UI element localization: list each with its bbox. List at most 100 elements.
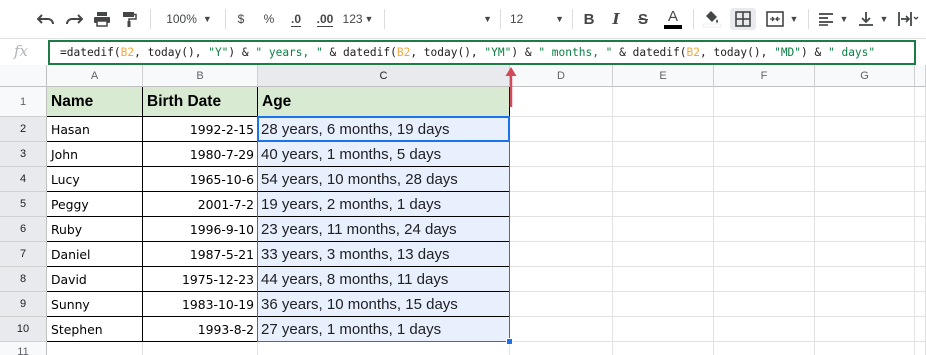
- empty-cell[interactable]: [613, 292, 714, 317]
- empty-cell[interactable]: [613, 192, 714, 217]
- empty-cell[interactable]: [613, 317, 714, 342]
- birth-date-cell[interactable]: 1996-9-10: [143, 217, 258, 242]
- birth-date-cell[interactable]: 1980-7-29: [143, 142, 258, 167]
- name-cell[interactable]: Hasan: [47, 117, 143, 142]
- undo-icon[interactable]: [36, 8, 56, 30]
- fill-handle[interactable]: [506, 338, 513, 345]
- birth-date-cell[interactable]: 1993-8-2: [143, 317, 258, 342]
- empty-cell[interactable]: [258, 342, 510, 355]
- align-left-icon[interactable]: ▼: [816, 8, 850, 30]
- age-cell[interactable]: 27 years, 1 months, 1 days: [258, 317, 510, 342]
- row-header-1[interactable]: 1: [0, 87, 47, 117]
- empty-cell[interactable]: [714, 242, 815, 267]
- italic-button[interactable]: I: [607, 8, 625, 30]
- empty-cell[interactable]: [510, 192, 613, 217]
- empty-cell[interactable]: [613, 267, 714, 292]
- column-header-f[interactable]: F: [714, 65, 815, 87]
- zoom-select[interactable]: 100% ▼: [160, 8, 218, 30]
- currency-format-button[interactable]: $: [232, 8, 250, 30]
- age-cell[interactable]: 19 years, 2 months, 1 days: [258, 192, 510, 217]
- empty-cell[interactable]: [613, 117, 714, 142]
- merge-cells-icon[interactable]: ▼: [762, 8, 802, 30]
- empty-cell[interactable]: [510, 267, 613, 292]
- empty-cell[interactable]: [815, 142, 915, 167]
- empty-cell[interactable]: [510, 217, 613, 242]
- age-cell[interactable]: 44 years, 8 months, 11 days: [258, 267, 510, 292]
- empty-cell[interactable]: [714, 317, 815, 342]
- empty-cell[interactable]: [510, 142, 613, 167]
- birth-date-cell[interactable]: 1983-10-19: [143, 292, 258, 317]
- empty-cell[interactable]: [815, 117, 915, 142]
- empty-cell[interactable]: [613, 342, 714, 355]
- birth-date-cell[interactable]: 1975-12-23: [143, 267, 258, 292]
- age-cell[interactable]: 54 years, 10 months, 28 days: [258, 167, 510, 192]
- empty-cell[interactable]: [714, 292, 815, 317]
- name-cell[interactable]: Daniel: [47, 242, 143, 267]
- birth-date-cell[interactable]: 1992-2-15: [143, 117, 258, 142]
- empty-cell[interactable]: [714, 342, 815, 355]
- empty-cell[interactable]: [714, 142, 815, 167]
- empty-cell[interactable]: [47, 342, 143, 355]
- row-header-5[interactable]: 5: [0, 192, 47, 217]
- header-cell-age[interactable]: Age: [258, 87, 510, 117]
- empty-cell[interactable]: [510, 167, 613, 192]
- row-header-7[interactable]: 7: [0, 242, 47, 267]
- empty-cell[interactable]: [714, 217, 815, 242]
- fill-color-icon[interactable]: [701, 8, 723, 30]
- empty-cell[interactable]: [510, 292, 613, 317]
- column-header-d[interactable]: D: [510, 65, 613, 87]
- empty-cell[interactable]: [714, 87, 815, 117]
- select-all-corner[interactable]: [0, 65, 47, 87]
- empty-cell[interactable]: [714, 167, 815, 192]
- row-header-2[interactable]: 2: [0, 117, 47, 142]
- empty-cell[interactable]: [613, 217, 714, 242]
- empty-cell[interactable]: [815, 167, 915, 192]
- column-header-b[interactable]: B: [143, 65, 258, 87]
- birth-date-cell[interactable]: 1987-5-21: [143, 242, 258, 267]
- empty-cell[interactable]: [815, 267, 915, 292]
- empty-cell[interactable]: [510, 317, 613, 342]
- empty-cell[interactable]: [714, 117, 815, 142]
- decrease-decimal-button[interactable]: .0: [284, 8, 308, 30]
- empty-cell[interactable]: [815, 242, 915, 267]
- empty-cell[interactable]: [510, 242, 613, 267]
- row-header-11[interactable]: 11: [0, 342, 47, 355]
- column-header-e[interactable]: E: [613, 65, 714, 87]
- text-wrap-icon[interactable]: [895, 8, 921, 30]
- name-cell[interactable]: Sunny: [47, 292, 143, 317]
- age-cell[interactable]: 28 years, 6 months, 19 days: [258, 117, 510, 142]
- age-cell[interactable]: 23 years, 11 months, 24 days: [258, 217, 510, 242]
- row-header-10[interactable]: 10: [0, 317, 47, 342]
- name-cell[interactable]: Peggy: [47, 192, 143, 217]
- borders-icon[interactable]: [730, 8, 756, 30]
- column-header-g[interactable]: G: [815, 65, 915, 87]
- row-header-8[interactable]: 8: [0, 267, 47, 292]
- empty-cell[interactable]: [143, 342, 258, 355]
- empty-cell[interactable]: [714, 192, 815, 217]
- header-cell-birth-date[interactable]: Birth Date: [143, 87, 258, 117]
- row-header-9[interactable]: 9: [0, 292, 47, 317]
- name-cell[interactable]: John: [47, 142, 143, 167]
- formula-input[interactable]: =datedif(B2, today(), "Y") & " years, " …: [48, 40, 916, 65]
- vertical-align-icon[interactable]: ▼: [856, 8, 890, 30]
- birth-date-cell[interactable]: 1965-10-6: [143, 167, 258, 192]
- bold-button[interactable]: B: [580, 8, 598, 30]
- column-header-a[interactable]: A: [47, 65, 143, 87]
- empty-cell[interactable]: [815, 87, 915, 117]
- empty-cell[interactable]: [714, 267, 815, 292]
- name-cell[interactable]: David: [47, 267, 143, 292]
- paint-format-icon[interactable]: [119, 8, 139, 30]
- increase-decimal-button[interactable]: .00: [312, 8, 338, 30]
- empty-cell[interactable]: [510, 87, 613, 117]
- empty-cell[interactable]: [815, 317, 915, 342]
- font-size-select[interactable]: 12 ▼: [510, 8, 564, 30]
- empty-cell[interactable]: [815, 342, 915, 355]
- percent-format-button[interactable]: %: [260, 8, 278, 30]
- empty-cell[interactable]: [613, 142, 714, 167]
- print-icon[interactable]: [92, 8, 112, 30]
- redo-icon[interactable]: [64, 8, 84, 30]
- number-format-select[interactable]: 123 ▼: [340, 8, 376, 30]
- name-cell[interactable]: Stephen: [47, 317, 143, 342]
- row-header-4[interactable]: 4: [0, 167, 47, 192]
- name-cell[interactable]: Lucy: [47, 167, 143, 192]
